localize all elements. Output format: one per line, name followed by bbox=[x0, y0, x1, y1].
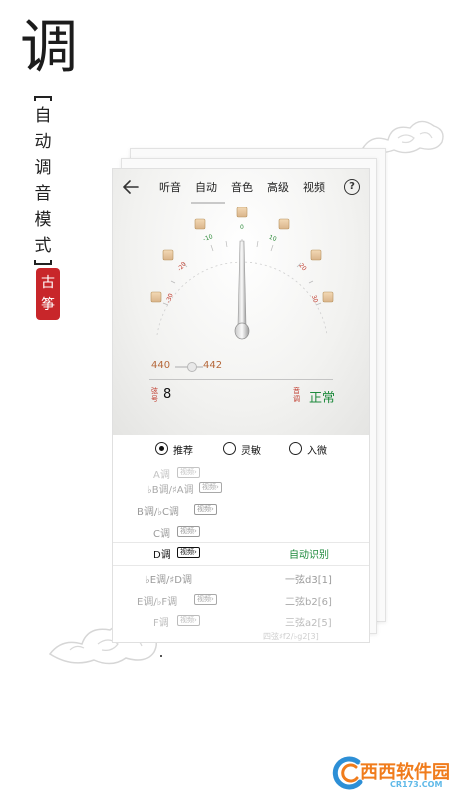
selection-divider bbox=[113, 565, 369, 566]
string-label-char: 号 bbox=[151, 395, 158, 403]
video-tag[interactable]: 视频› bbox=[177, 467, 200, 478]
key-list-item[interactable]: ♭B调/♯A调 视频› bbox=[113, 478, 369, 500]
tuning-dial: 0 -10 10 -20 20 -30 30 bbox=[150, 207, 334, 340]
pitch-range-high: 442 bbox=[203, 360, 223, 371]
video-tag[interactable]: 视频› bbox=[194, 594, 217, 605]
key-list-item[interactable]: C调 视频› bbox=[113, 522, 369, 544]
key-name: F调 bbox=[153, 618, 169, 629]
string-number-value: 8 bbox=[163, 387, 172, 402]
divider-dot bbox=[160, 655, 162, 657]
key-name: ♭E调/♯D调 bbox=[145, 575, 192, 586]
mode-char: 自 bbox=[34, 106, 52, 126]
video-tag[interactable]: 视频› bbox=[194, 504, 217, 515]
key-list-item[interactable]: ♭E调/♯D调 一弦d3[1] bbox=[113, 568, 369, 590]
pitch-label-char: 音 bbox=[293, 387, 300, 395]
string-number-label: 弦 号 bbox=[151, 387, 159, 403]
string-note: 二弦b2[6] bbox=[285, 597, 332, 608]
seal-char: 古 bbox=[41, 275, 55, 291]
pitch-slider-knob[interactable] bbox=[187, 362, 197, 372]
key-list-item[interactable]: 四弦♯f2/♭g2[3] bbox=[113, 628, 369, 642]
key-name: ♭B调/♯A调 bbox=[147, 485, 194, 496]
back-arrow-icon[interactable] bbox=[121, 177, 141, 197]
active-tab-indicator bbox=[191, 202, 225, 204]
key-list-item-selected[interactable]: D调 视频› 自动识别 bbox=[113, 543, 369, 565]
scale-label-right-far: 30 bbox=[310, 294, 319, 304]
hero-title-char: 调 bbox=[20, 13, 79, 81]
key-list-item[interactable]: B调/♭C调 视频› bbox=[113, 500, 369, 522]
scale-label-left-far: -30 bbox=[165, 292, 175, 304]
video-tag[interactable]: 视频› bbox=[199, 482, 222, 493]
seal-char: 筝 bbox=[41, 297, 55, 313]
key-name: C调 bbox=[153, 529, 170, 540]
radio-unchecked-icon bbox=[223, 442, 236, 455]
key-name: B调/♭C调 bbox=[137, 507, 179, 518]
watermark-url: CR173.COM bbox=[390, 780, 443, 789]
sensitivity-options: 推荐 灵敏 入微 bbox=[113, 435, 369, 463]
string-note: 三弦a2[5] bbox=[285, 618, 332, 629]
tuner-divider bbox=[149, 379, 333, 380]
video-tag[interactable]: 视频› bbox=[177, 526, 200, 537]
radio-label: 推荐 bbox=[173, 446, 193, 457]
key-name: D调 bbox=[153, 550, 171, 561]
scale-label-left-mid: -20 bbox=[176, 260, 188, 272]
tab-timbre[interactable]: 音色 bbox=[231, 179, 253, 195]
tab-listen[interactable]: 听音 bbox=[159, 179, 181, 195]
tuning-needle bbox=[234, 240, 250, 340]
pitch-range-low: 440 bbox=[151, 360, 171, 371]
pitch-status-label: 音 调 bbox=[293, 387, 301, 403]
reference-pitch-range: 440 442 bbox=[151, 360, 341, 376]
mode-char: 音 bbox=[34, 184, 52, 204]
app-screen: 听音 自动 音色 高级 视频 ? 0 -10 10 -20 20 -30 30 … bbox=[112, 168, 370, 643]
tab-auto[interactable]: 自动 bbox=[195, 179, 217, 195]
mode-char: 动 bbox=[34, 132, 52, 152]
radio-label: 灵敏 bbox=[241, 446, 261, 457]
scale-label-right-mid: 20 bbox=[297, 262, 307, 272]
help-icon[interactable]: ? bbox=[344, 179, 360, 195]
key-list-item[interactable]: E调/♭F调 视频› 二弦b2[6] bbox=[113, 590, 369, 612]
scale-label-center: 0 bbox=[240, 224, 244, 231]
string-note: 四弦♯f2/♭g2[3] bbox=[263, 632, 319, 641]
radio-checked-icon bbox=[155, 442, 168, 455]
mode-char: 式 bbox=[34, 236, 52, 256]
mode-char: 调 bbox=[34, 158, 52, 178]
mode-vertical-label: 自 动 调 音 模 式 bbox=[34, 96, 56, 265]
pitch-label-char: 调 bbox=[293, 395, 300, 403]
tab-video[interactable]: 视频 bbox=[303, 179, 325, 195]
bracket-top bbox=[34, 96, 52, 101]
mode-char: 模 bbox=[34, 210, 52, 230]
video-tag[interactable]: 视频› bbox=[177, 615, 200, 626]
top-nav: 听音 自动 音色 高级 视频 ? bbox=[113, 169, 369, 207]
video-tag[interactable]: 视频› bbox=[177, 547, 200, 558]
string-label-char: 弦 bbox=[151, 387, 158, 395]
string-note: 一弦d3[1] bbox=[285, 575, 332, 586]
scale-label-left-near: -10 bbox=[202, 233, 214, 243]
scale-label-right-near: 10 bbox=[268, 234, 278, 243]
guzheng-seal: 古 筝 bbox=[36, 268, 60, 320]
bracket-bottom bbox=[34, 260, 52, 265]
key-name: E调/♭F调 bbox=[137, 597, 178, 608]
tab-advanced[interactable]: 高级 bbox=[267, 179, 289, 195]
radio-label: 入微 bbox=[307, 446, 327, 457]
watermark: 西西软件园 CR173.COM bbox=[328, 756, 450, 792]
auto-detect-label[interactable]: 自动识别 bbox=[289, 546, 329, 561]
tuning-status: 正常 bbox=[309, 391, 336, 406]
radio-unchecked-icon bbox=[289, 442, 302, 455]
